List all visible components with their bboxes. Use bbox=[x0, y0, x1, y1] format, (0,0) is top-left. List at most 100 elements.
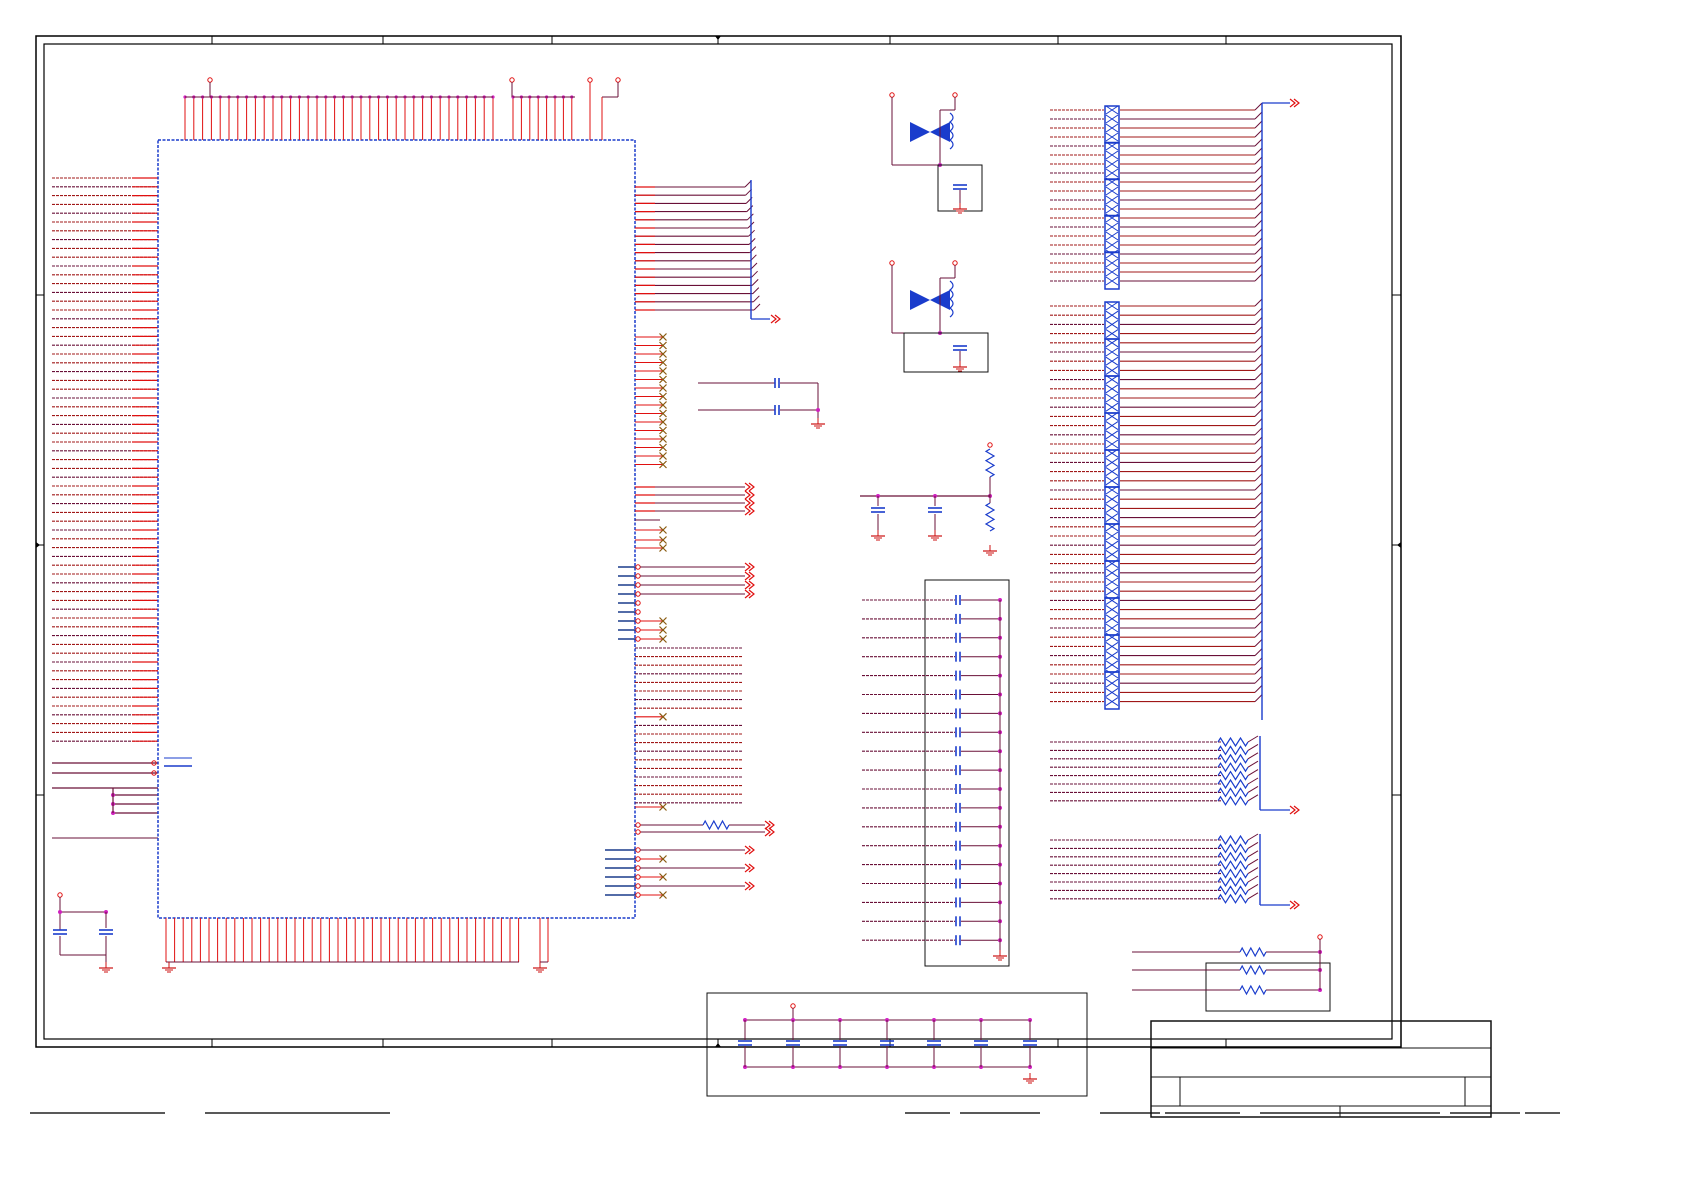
resistor-zigzag-icon bbox=[1105, 430, 1119, 440]
bus-entry bbox=[1247, 794, 1259, 802]
power-port-icon bbox=[889, 260, 895, 266]
capacitor-icon bbox=[955, 595, 961, 605]
bus-entry bbox=[1247, 743, 1259, 751]
resistor-zigzag-icon bbox=[1217, 885, 1249, 896]
resistor-zigzag-icon bbox=[1105, 356, 1119, 366]
capacitor-icon bbox=[955, 727, 961, 738]
resistor-zigzag-icon bbox=[1105, 338, 1119, 348]
crystal-oscillator-circuits bbox=[860, 92, 997, 556]
bus-entry bbox=[750, 262, 758, 270]
pin-bubble-icon bbox=[635, 582, 641, 588]
ground-symbol-icon bbox=[993, 950, 1007, 961]
bus-entry bbox=[1247, 875, 1259, 883]
capacitor-icon bbox=[928, 507, 942, 513]
resistor-zigzag-icon bbox=[1105, 132, 1119, 142]
resistor-zigzag-icon bbox=[1217, 843, 1249, 854]
bus-entry bbox=[1254, 427, 1263, 436]
resistor-zigzag-icon bbox=[1217, 795, 1249, 806]
pin-bubble-icon bbox=[635, 609, 641, 615]
off-page-connector-icon bbox=[1289, 98, 1300, 108]
bus-entry bbox=[1254, 602, 1263, 610]
diode-icon bbox=[910, 122, 950, 142]
resistor-zigzag-icon bbox=[1105, 697, 1119, 707]
resistor-zigzag-icon bbox=[1105, 568, 1119, 578]
pin-bubble-icon bbox=[635, 883, 641, 889]
resistor-zigzag-icon bbox=[1105, 540, 1119, 550]
power-port-icon bbox=[207, 77, 213, 83]
resistor-zigzag-icon bbox=[1217, 834, 1249, 846]
bus-entry bbox=[1247, 769, 1259, 777]
bus-entry bbox=[751, 270, 758, 278]
resistor-zigzag-icon bbox=[1105, 195, 1119, 205]
off-page-connector-icon bbox=[744, 490, 755, 500]
resistor-zigzag-icon bbox=[1105, 365, 1119, 375]
bus-entry bbox=[1254, 210, 1263, 219]
bus-entry bbox=[1254, 528, 1263, 537]
bus-entry bbox=[1254, 129, 1263, 138]
ground-symbol-icon bbox=[99, 962, 113, 973]
resistor-zigzag-icon bbox=[1105, 467, 1119, 477]
bus-entry bbox=[1247, 777, 1259, 785]
pin-bubble-icon bbox=[635, 822, 641, 828]
resistor-zigzag-icon bbox=[1105, 421, 1119, 431]
resistor-zigzag-icon bbox=[1217, 893, 1249, 904]
resistor-zigzag-icon bbox=[984, 448, 996, 478]
bus-entry bbox=[744, 180, 752, 188]
resistor-zigzag-icon bbox=[1105, 549, 1119, 559]
pin-bubble-icon bbox=[635, 856, 641, 862]
capacitor-icon bbox=[880, 1040, 894, 1046]
capacitor-icon bbox=[955, 689, 961, 700]
resistor-zigzag-icon bbox=[1105, 457, 1119, 467]
bus-entry bbox=[1254, 547, 1263, 555]
decoupling-capacitor-array bbox=[862, 579, 1010, 967]
bulk-capacitor-bank bbox=[706, 992, 1088, 1097]
resistor-zigzag-icon bbox=[1105, 267, 1119, 277]
bus-entry bbox=[1254, 228, 1263, 237]
ic-right-pins bbox=[605, 180, 825, 899]
resistor-zigzag-icon bbox=[1105, 586, 1119, 596]
capacitor-icon bbox=[738, 1040, 752, 1046]
bus-entry bbox=[752, 287, 760, 294]
bus-entry bbox=[1247, 760, 1259, 768]
capacitor-icon bbox=[53, 929, 67, 935]
bus-entry bbox=[1254, 183, 1263, 192]
capacitor-icon bbox=[955, 840, 961, 851]
bus-entry bbox=[1254, 537, 1263, 546]
capacitor-icon bbox=[955, 821, 961, 832]
bus-entry bbox=[1254, 147, 1263, 156]
bus-entry bbox=[1254, 381, 1263, 390]
resistor-zigzag-icon bbox=[1105, 105, 1119, 115]
pin-bubble-icon bbox=[635, 636, 641, 642]
bus-entry bbox=[1254, 510, 1263, 518]
power-port-icon bbox=[509, 77, 515, 83]
resistor-zigzag-icon bbox=[702, 819, 730, 831]
off-page-connector-icon bbox=[744, 863, 755, 873]
resistor-zigzag-icon bbox=[1239, 946, 1267, 958]
capacitor-icon bbox=[833, 1040, 847, 1046]
bus-entry bbox=[1254, 363, 1263, 371]
capacitor-icon bbox=[955, 651, 961, 662]
resistor-zigzag-icon bbox=[1105, 310, 1119, 320]
capacitor-icon bbox=[974, 1040, 988, 1046]
bus-entry bbox=[1247, 850, 1259, 858]
bus-entry bbox=[1254, 611, 1263, 620]
pin-bubble-icon bbox=[635, 600, 641, 606]
power-port-icon bbox=[615, 77, 621, 83]
pin-bubble-icon bbox=[635, 573, 641, 579]
diode-icon bbox=[910, 290, 950, 310]
resistor-zigzag-icon bbox=[1105, 159, 1119, 169]
bus-entry bbox=[1254, 418, 1263, 426]
resistor-zigzag-icon bbox=[1105, 168, 1119, 178]
pin-bubble-icon bbox=[635, 847, 641, 853]
main-ic-package bbox=[157, 139, 636, 919]
resistor-zigzag-icon bbox=[1105, 276, 1119, 286]
capacitor-icon bbox=[955, 878, 961, 889]
pin-bubble-icon bbox=[635, 627, 641, 633]
resistor-zigzag-icon bbox=[1105, 301, 1119, 311]
bus-entry bbox=[1254, 165, 1263, 174]
off-page-connector-icon bbox=[744, 580, 755, 590]
resistor-zigzag-icon bbox=[1105, 319, 1119, 329]
resistor-zigzag-icon bbox=[1105, 476, 1119, 486]
capacitor-icon bbox=[955, 765, 961, 776]
resistor-zigzag-icon bbox=[1105, 513, 1119, 523]
